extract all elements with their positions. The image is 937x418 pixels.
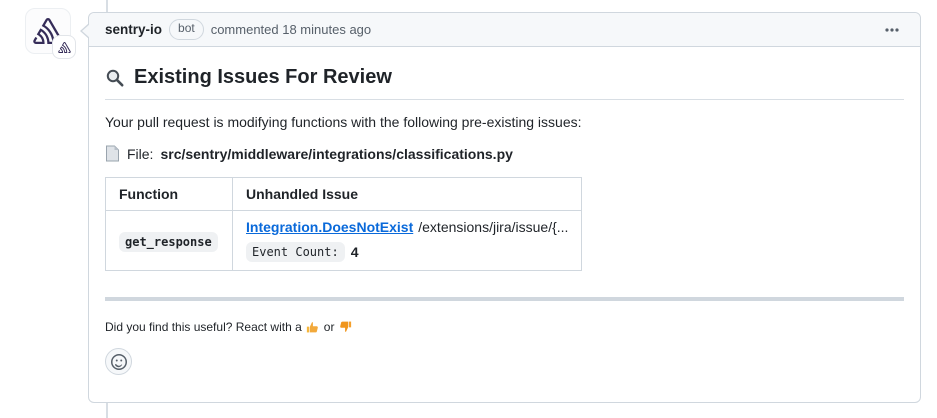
comment-header: sentry-io bot commented 18 minutes ago [89, 13, 920, 47]
issue-line: Integration.DoesNotExist/extensions/jira… [246, 219, 568, 235]
issues-title-text: Existing Issues For Review [134, 66, 392, 89]
feedback-middle: or [324, 320, 335, 334]
add-reaction-button[interactable] [105, 348, 132, 375]
kebab-menu-button[interactable] [880, 18, 904, 42]
file-line: File: src/sentry/middleware/integrations… [105, 145, 904, 162]
intro-text: Your pull request is modifying functions… [105, 114, 904, 130]
pull-request-timeline: sentry-io bot commented 18 minutes ago [0, 0, 937, 418]
table-header-issue: Unhandled Issue [233, 178, 582, 211]
comment-card: sentry-io bot commented 18 minutes ago [88, 12, 921, 403]
search-icon [105, 68, 125, 88]
function-code: get_response [119, 232, 218, 252]
avatar-badge [53, 36, 75, 58]
smiley-icon [111, 354, 127, 370]
feedback-text: Did you find this useful? React with a o… [105, 320, 904, 334]
file-path: src/sentry/middleware/integrations/class… [160, 146, 512, 162]
bot-badge: bot [169, 19, 204, 40]
file-label: File: [127, 146, 153, 162]
event-count-label: Event Count: [246, 242, 345, 262]
issues-table: Function Unhandled Issue get_response In… [105, 177, 582, 271]
function-cell: get_response [106, 211, 233, 271]
author-login[interactable]: sentry-io [105, 22, 162, 37]
issue-cell: Integration.DoesNotExist/extensions/jira… [233, 211, 582, 271]
sentry-logo-icon [58, 42, 71, 53]
issue-link[interactable]: Integration.DoesNotExist [246, 219, 413, 235]
thumbs-up-icon [302, 320, 324, 334]
issues-title: Existing Issues For Review [105, 66, 904, 100]
divider [105, 297, 904, 301]
page-icon [105, 145, 120, 162]
kebab-horizontal-icon [884, 22, 900, 38]
event-count-line: Event Count: 4 [246, 242, 568, 262]
table-header-row: Function Unhandled Issue [106, 178, 582, 211]
feedback-prefix: Did you find this useful? React with a [105, 320, 302, 334]
thumbs-down-icon [334, 320, 356, 334]
avatar[interactable] [25, 8, 71, 54]
comment-body: Existing Issues For Review Your pull req… [89, 47, 920, 391]
table-header-function: Function [106, 178, 233, 211]
event-count-value: 4 [351, 244, 359, 260]
issue-path: /extensions/jira/issue/{... [418, 219, 568, 235]
table-row: get_response Integration.DoesNotExist/ex… [106, 211, 582, 271]
comment-timestamp: commented 18 minutes ago [211, 22, 371, 37]
